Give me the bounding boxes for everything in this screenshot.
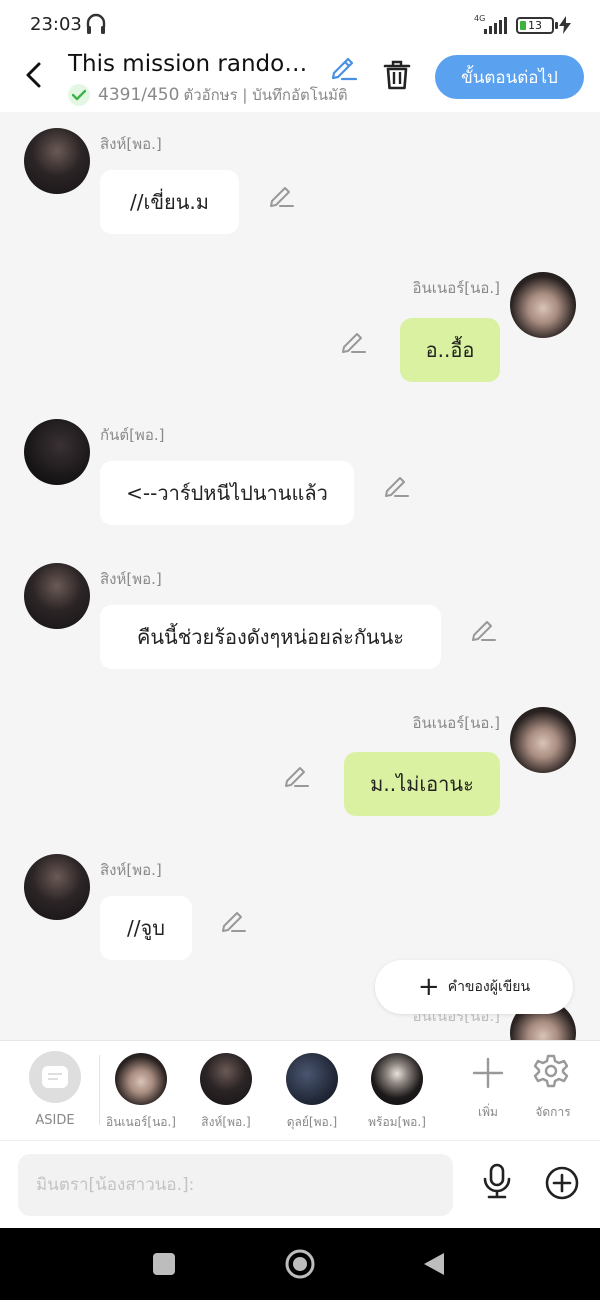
aside-label: ASIDE bbox=[35, 1113, 75, 1128]
note-icon bbox=[42, 1066, 68, 1088]
add-character-icon[interactable] bbox=[470, 1055, 506, 1095]
character-name: ดุลย์[พอ.] bbox=[286, 1115, 338, 1129]
character-avatar[interactable] bbox=[286, 1053, 338, 1105]
battery-icon: 13 bbox=[516, 17, 558, 34]
add-circle-icon[interactable] bbox=[544, 1165, 580, 1205]
top-app-bar: This mission randomly... 4391/450 ตัวอัก… bbox=[0, 50, 600, 112]
edit-message-icon[interactable] bbox=[384, 472, 410, 498]
character-avatar[interactable] bbox=[115, 1053, 167, 1105]
edit-message-icon[interactable] bbox=[269, 182, 295, 208]
headphones-icon bbox=[86, 13, 106, 39]
char-count: 4391/450 bbox=[98, 85, 180, 105]
avatar[interactable] bbox=[24, 128, 90, 194]
add-character-label[interactable]: เพิ่ม bbox=[468, 1103, 508, 1122]
autosave-status: ตัวอักษร | บันทึกอัตโนมัติ bbox=[183, 86, 348, 104]
microphone-icon[interactable] bbox=[481, 1163, 513, 1203]
character-name: สิงห์[พอ.] bbox=[201, 1115, 251, 1129]
chat-bubble[interactable]: //เขี่ยน.ม bbox=[100, 170, 239, 234]
chat-bubble[interactable]: ม..ไม่เอานะ bbox=[344, 752, 500, 816]
author-note-label: คำของผู้เขียน bbox=[447, 979, 531, 995]
plus-icon: + bbox=[417, 972, 440, 1002]
battery-level: 13 bbox=[528, 19, 542, 32]
character-name: อินเนอร์[นอ.] bbox=[106, 1115, 176, 1129]
avatar[interactable] bbox=[24, 854, 90, 920]
chat-area[interactable]: สิงห์[พอ.] //เขี่ยน.ม อินเนอร์[นอ.] อ..อ… bbox=[0, 112, 600, 1040]
edit-message-icon[interactable] bbox=[341, 328, 367, 354]
system-nav-bar bbox=[0, 1228, 600, 1300]
edit-pencil-icon[interactable] bbox=[330, 53, 358, 85]
chat-bubble[interactable]: อ..อื้อ bbox=[400, 318, 500, 382]
avatar[interactable] bbox=[510, 707, 576, 773]
charging-bolt-icon bbox=[559, 16, 571, 38]
sender-name: กันต์[พอ.] bbox=[100, 426, 165, 444]
sender-name: อินเนอร์[นอ.] bbox=[412, 279, 500, 297]
story-title[interactable]: This mission randomly... bbox=[68, 51, 322, 77]
avatar[interactable] bbox=[24, 563, 90, 629]
clock: 23:03 bbox=[30, 14, 82, 35]
status-bar: 23:03 4G 13 bbox=[0, 0, 600, 50]
sender-name: สิงห์[พอ.] bbox=[100, 861, 162, 879]
avatar[interactable] bbox=[24, 419, 90, 485]
recent-apps-icon[interactable] bbox=[153, 1253, 175, 1275]
avatar[interactable] bbox=[510, 272, 576, 338]
message-input[interactable] bbox=[18, 1154, 453, 1216]
chat-bubble[interactable]: คืนนี้ช่วยร้องดังๆหน่อยล่ะกันนะ bbox=[100, 605, 441, 669]
home-icon[interactable] bbox=[284, 1248, 316, 1284]
next-step-button[interactable]: ขั้นตอนต่อไป bbox=[435, 55, 584, 99]
divider bbox=[99, 1055, 100, 1125]
sender-name: สิงห์[พอ.] bbox=[100, 135, 162, 153]
chat-bubble[interactable]: //จูบ bbox=[100, 896, 192, 960]
manage-characters-label[interactable]: จัดการ bbox=[530, 1103, 576, 1122]
edit-message-icon[interactable] bbox=[221, 907, 247, 933]
chat-bubble[interactable]: <--วาร์ปหนีไปนานแล้ว bbox=[100, 461, 354, 525]
back-arrow-icon[interactable] bbox=[22, 60, 46, 90]
character-name: พร้อม[พอ.] bbox=[368, 1115, 426, 1129]
aside-button[interactable] bbox=[29, 1051, 81, 1103]
word-count-row: 4391/450 ตัวอักษร | บันทึกอัตโนมัติ bbox=[68, 83, 348, 107]
edit-message-icon[interactable] bbox=[471, 616, 497, 642]
sender-name: อินเนอร์[นอ.] bbox=[412, 714, 500, 732]
author-note-button[interactable]: + คำของผู้เขียน bbox=[375, 960, 573, 1014]
back-icon[interactable] bbox=[422, 1251, 446, 1281]
character-avatar[interactable] bbox=[200, 1053, 252, 1105]
signal-icon bbox=[484, 17, 507, 34]
sender-name: สิงห์[พอ.] bbox=[100, 570, 162, 588]
character-selector: ASIDE อินเนอร์[นอ.] สิงห์[พอ.] ดุลย์[พอ.… bbox=[0, 1040, 600, 1140]
edit-message-icon[interactable] bbox=[284, 762, 310, 788]
message-input-bar bbox=[0, 1140, 600, 1228]
trash-icon[interactable] bbox=[383, 60, 411, 94]
character-avatar[interactable] bbox=[371, 1053, 423, 1105]
check-icon bbox=[68, 84, 90, 106]
gear-icon[interactable] bbox=[533, 1053, 569, 1093]
